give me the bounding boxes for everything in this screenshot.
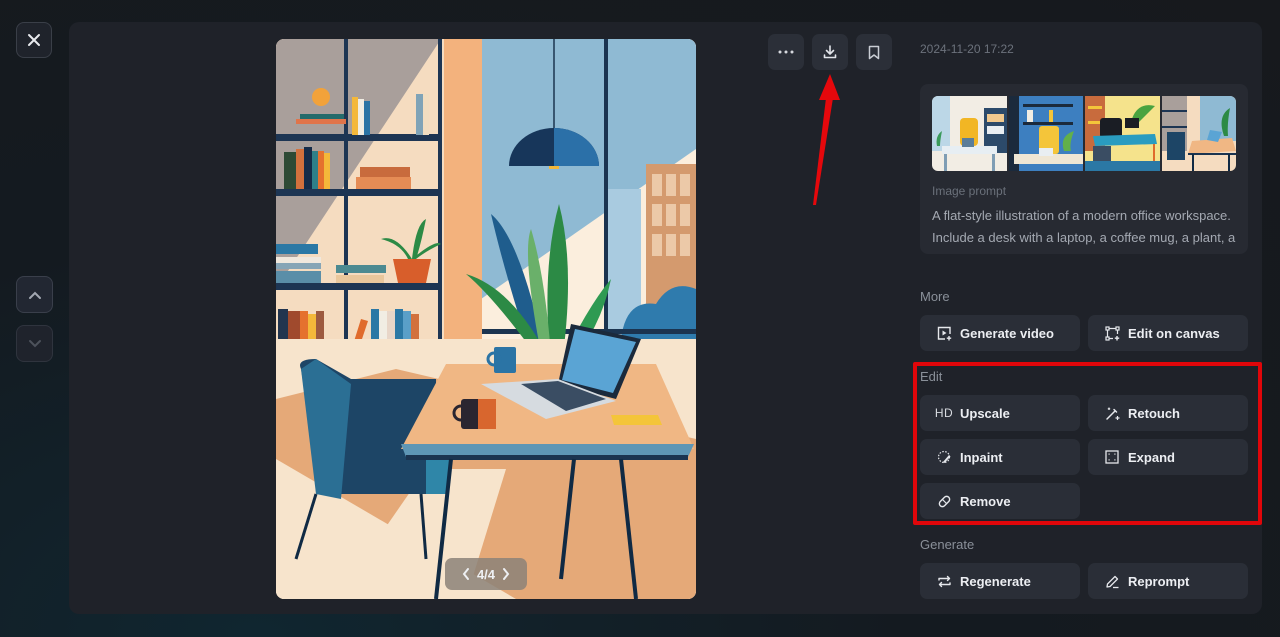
retouch-label: Retouch	[1128, 405, 1180, 421]
prompt-label: Image prompt	[932, 184, 1007, 198]
bookmark-icon	[868, 45, 880, 59]
chevron-right-icon	[503, 568, 510, 580]
repeat-icon	[936, 573, 952, 589]
close-icon	[28, 34, 40, 46]
hd-icon: HD	[934, 406, 954, 420]
chevron-down-icon	[28, 339, 41, 347]
pager-next-button[interactable]	[501, 567, 511, 581]
thumbnail-2[interactable]	[1008, 96, 1083, 171]
expand-button[interactable]: Expand	[1088, 439, 1248, 475]
download-button[interactable]	[812, 34, 848, 70]
prompt-card: Image prompt A flat-style illustration o…	[920, 84, 1248, 254]
generate-video-label: Generate video	[960, 325, 1054, 341]
reprompt-button[interactable]: Reprompt	[1088, 563, 1248, 599]
more-options-button[interactable]	[768, 34, 804, 70]
pager-count: 4/4	[476, 566, 496, 582]
image-pager: 4/4	[445, 558, 527, 590]
eraser-icon	[936, 493, 952, 509]
more-horizontal-icon	[778, 50, 794, 54]
thumbnail-1[interactable]	[932, 96, 1007, 171]
pager-prev-button[interactable]	[461, 567, 471, 581]
thumbnail-3[interactable]	[1085, 96, 1160, 171]
regenerate-button[interactable]: Regenerate	[920, 563, 1080, 599]
pencil-icon	[1104, 573, 1120, 589]
remove-button[interactable]: Remove	[920, 483, 1080, 519]
office-illustration	[276, 39, 696, 599]
inpaint-label: Inpaint	[960, 449, 1003, 465]
generate-video-button[interactable]: Generate video	[920, 315, 1080, 351]
chevron-left-icon	[462, 568, 469, 580]
reprompt-label: Reprompt	[1128, 573, 1190, 589]
inpaint-button[interactable]: Inpaint	[920, 439, 1080, 475]
magic-wand-icon	[1104, 405, 1120, 421]
next-image-button[interactable]	[16, 325, 53, 362]
section-label-more: More	[920, 289, 950, 304]
video-add-icon	[936, 325, 952, 341]
timestamp: 2024-11-20 17:22	[920, 42, 1014, 56]
previous-image-button[interactable]	[16, 276, 53, 313]
edit-on-canvas-button[interactable]: Edit on canvas	[1088, 315, 1248, 351]
inpaint-brush-icon	[936, 449, 952, 465]
edit-on-canvas-label: Edit on canvas	[1128, 325, 1220, 341]
bookmark-button[interactable]	[856, 34, 892, 70]
expand-label: Expand	[1128, 449, 1175, 465]
download-icon	[823, 45, 837, 59]
thumbnail-strip	[932, 96, 1236, 171]
retouch-button[interactable]: Retouch	[1088, 395, 1248, 431]
close-button[interactable]	[16, 22, 52, 58]
chevron-up-icon	[28, 291, 41, 299]
canvas-edit-icon	[1104, 325, 1120, 341]
expand-frame-icon	[1104, 449, 1120, 465]
thumbnail-4[interactable]	[1161, 96, 1236, 171]
regenerate-label: Regenerate	[960, 573, 1031, 589]
main-image[interactable]	[276, 39, 696, 599]
upscale-label: Upscale	[960, 405, 1010, 421]
upscale-button[interactable]: HD Upscale	[920, 395, 1080, 431]
section-label-generate: Generate	[920, 537, 975, 552]
prompt-text: A flat-style illustration of a modern of…	[932, 208, 1236, 254]
remove-label: Remove	[960, 493, 1011, 509]
section-label-edit: Edit	[920, 369, 943, 384]
